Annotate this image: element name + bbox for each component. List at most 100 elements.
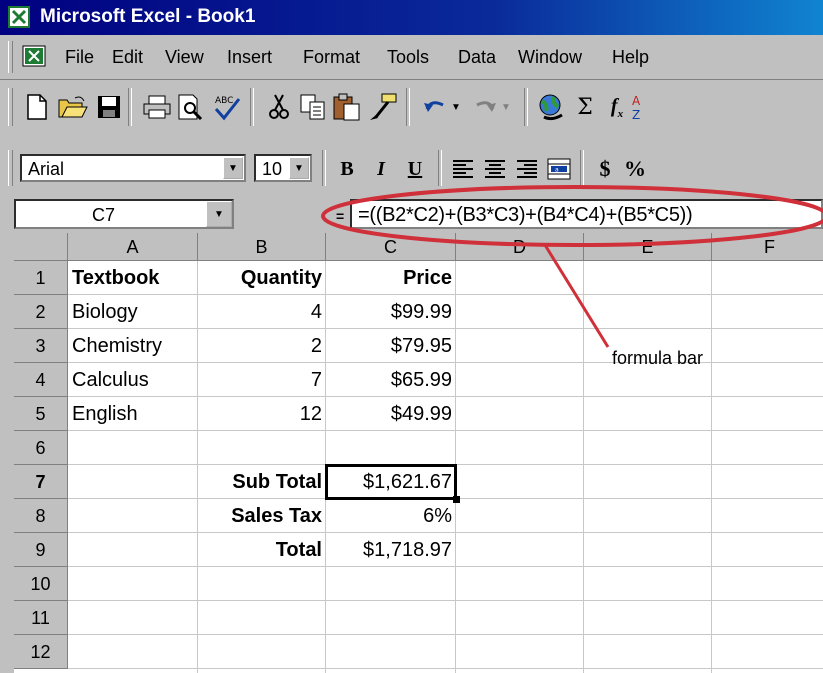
font-size-combo[interactable]: 10 ▼: [254, 154, 312, 182]
menu-insert[interactable]: Insert: [227, 47, 272, 68]
cell-a1[interactable]: Textbook: [68, 261, 198, 295]
row-header-5[interactable]: 5: [14, 397, 68, 431]
new-file-icon[interactable]: [20, 90, 54, 124]
copy-icon[interactable]: [296, 90, 330, 124]
fill-handle[interactable]: [453, 496, 460, 503]
name-box[interactable]: C7 ▼: [14, 199, 234, 229]
cell-c3[interactable]: $79.95: [326, 329, 456, 363]
hyperlink-icon[interactable]: [534, 90, 568, 124]
row-header-9[interactable]: 9: [14, 533, 68, 567]
chevron-down-icon[interactable]: ▼: [206, 201, 232, 227]
font-name-combo[interactable]: Arial ▼: [20, 154, 246, 182]
open-folder-icon[interactable]: [56, 90, 90, 124]
menu-help[interactable]: Help: [612, 47, 649, 68]
chevron-down-icon[interactable]: ▼: [289, 157, 309, 179]
spelling-icon[interactable]: ABC: [210, 90, 244, 124]
row-header-6[interactable]: 6: [14, 431, 68, 465]
toolbar-separator: [524, 88, 528, 126]
toolbar-separator: [322, 150, 326, 186]
menu-edit[interactable]: Edit: [112, 47, 143, 68]
gridline: [583, 261, 584, 673]
cut-icon[interactable]: [262, 90, 296, 124]
row-header-2[interactable]: 2: [14, 295, 68, 329]
cell-b9[interactable]: Total: [198, 533, 326, 567]
save-icon[interactable]: [92, 90, 126, 124]
cell-c2[interactable]: $99.99: [326, 295, 456, 329]
row-header-7[interactable]: 7: [14, 465, 68, 499]
menu-data[interactable]: Data: [458, 47, 496, 68]
toolbar-grip[interactable]: [8, 150, 13, 186]
sort-icon[interactable]: AZ: [632, 90, 652, 124]
menu-format[interactable]: Format: [303, 47, 360, 68]
print-icon[interactable]: [140, 90, 174, 124]
cell-a5[interactable]: English: [68, 397, 198, 431]
title-bar: Microsoft Excel - Book1: [0, 0, 823, 35]
redo-dropdown-icon[interactable]: ▼: [496, 90, 516, 124]
menu-file[interactable]: File: [65, 47, 94, 68]
column-header-a[interactable]: A: [68, 233, 198, 261]
function-icon[interactable]: fx: [600, 90, 634, 124]
column-header-e[interactable]: E: [584, 233, 712, 261]
align-right-icon[interactable]: [510, 152, 544, 186]
row-header-10[interactable]: 10: [14, 567, 68, 601]
cell-b1[interactable]: Quantity: [198, 261, 326, 295]
cell-b4[interactable]: 7: [198, 363, 326, 397]
column-header-c[interactable]: C: [326, 233, 456, 261]
undo-dropdown-icon[interactable]: ▼: [446, 90, 466, 124]
menu-tools[interactable]: Tools: [387, 47, 429, 68]
cell-c8[interactable]: 6%: [326, 499, 456, 533]
cell-a3[interactable]: Chemistry: [68, 329, 198, 363]
formula-input[interactable]: =((B2*C2)+(B3*C3)+(B4*C4)+(B5*C5)): [350, 199, 823, 229]
menu-view[interactable]: View: [165, 47, 204, 68]
row-header-11[interactable]: 11: [14, 601, 68, 635]
standard-toolbar: ABC ▼ ▼ Σ fx AZ: [0, 80, 823, 134]
row-header-12[interactable]: 12: [14, 635, 68, 669]
cell-c4[interactable]: $65.99: [326, 363, 456, 397]
paste-icon[interactable]: [330, 90, 364, 124]
workbook-icon[interactable]: [22, 45, 46, 67]
gridline: [68, 634, 823, 635]
edit-formula-icon[interactable]: =: [336, 208, 348, 224]
cell-b2[interactable]: 4: [198, 295, 326, 329]
font-name-value: Arial: [28, 159, 65, 179]
menu-window[interactable]: Window: [518, 47, 582, 68]
italic-button[interactable]: I: [364, 152, 398, 186]
column-header-f[interactable]: F: [712, 233, 823, 261]
cell-a4[interactable]: Calculus: [68, 363, 198, 397]
cell-b5[interactable]: 12: [198, 397, 326, 431]
autosum-icon[interactable]: Σ: [568, 90, 602, 124]
select-all-corner[interactable]: [14, 233, 68, 261]
formula-text: =((B2*C2)+(B3*C3)+(B4*C4)+(B5*C5)): [358, 204, 693, 226]
worksheet-grid[interactable]: A B C D E F 1 2 3 4 5 6 7 8 9 10 11 12 T…: [14, 233, 823, 673]
merge-center-icon[interactable]: a: [542, 152, 576, 186]
percent-button[interactable]: %: [620, 152, 650, 186]
row-header-4[interactable]: 4: [14, 363, 68, 397]
row-header-8[interactable]: 8: [14, 499, 68, 533]
cell-c5[interactable]: $49.99: [326, 397, 456, 431]
gridline: [68, 600, 823, 601]
cell-b3[interactable]: 2: [198, 329, 326, 363]
excel-app-icon: [8, 6, 30, 28]
column-header-d[interactable]: D: [456, 233, 584, 261]
cell-a2[interactable]: Biology: [68, 295, 198, 329]
menu-grip[interactable]: [8, 41, 13, 73]
cell-b7[interactable]: Sub Total: [198, 465, 326, 499]
cell-b8[interactable]: Sales Tax: [198, 499, 326, 533]
row-header-3[interactable]: 3: [14, 329, 68, 363]
cell-c9[interactable]: $1,718.97: [326, 533, 456, 567]
cell-c1[interactable]: Price: [326, 261, 456, 295]
column-header-b[interactable]: B: [198, 233, 326, 261]
chevron-down-icon[interactable]: ▼: [223, 157, 243, 179]
toolbar-separator: [128, 88, 132, 126]
currency-button[interactable]: $: [588, 152, 622, 186]
underline-button[interactable]: U: [398, 152, 432, 186]
bold-button[interactable]: B: [330, 152, 364, 186]
align-left-icon[interactable]: [446, 152, 480, 186]
print-preview-icon[interactable]: [174, 90, 208, 124]
row-header-1[interactable]: 1: [14, 261, 68, 295]
toolbar-separator: [438, 150, 442, 186]
align-center-icon[interactable]: [478, 152, 512, 186]
toolbar-grip[interactable]: [8, 88, 13, 126]
format-painter-icon[interactable]: [366, 90, 400, 124]
toolbar-separator: [580, 150, 584, 186]
